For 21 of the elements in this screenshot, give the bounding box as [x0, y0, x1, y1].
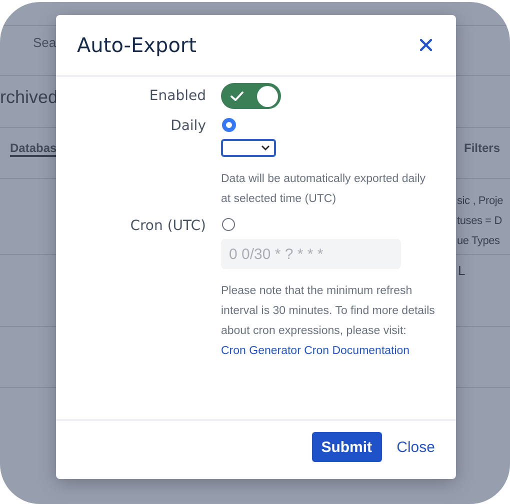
time-dropdown[interactable] [221, 139, 276, 157]
table-cell-text: sic , Proje tuses = D ue Types [457, 194, 504, 249]
link[interactable]: Cron Generator [221, 345, 301, 357]
column-header[interactable]: Filters [464, 141, 500, 155]
close-button[interactable]: Close [396, 438, 435, 456]
table-cell-text: L [458, 263, 466, 280]
radio-button[interactable] [222, 218, 235, 231]
help-text: Please note that the minimum refresh interval is 30 minutes. To find more details about cron expressions, please visit: [221, 284, 435, 339]
chevron-down-icon [261, 145, 270, 151]
link[interactable]: Cron Documentation [304, 345, 410, 357]
radio-button[interactable] [222, 118, 236, 132]
field-label: Daily [170, 117, 207, 135]
check-icon [230, 90, 244, 102]
submit-button[interactable]: Submit [312, 432, 382, 462]
field-label: Enabled [148, 87, 207, 106]
field-label: Cron (UTC) [129, 217, 207, 235]
help-text: Data will be automatically exported daily at selected time (UTC) [221, 172, 427, 207]
close-icon[interactable] [418, 37, 434, 53]
search-label: Sea [33, 35, 56, 52]
toggle-switch[interactable] [221, 83, 281, 109]
dialog-title: Auto-Export [77, 33, 196, 57]
